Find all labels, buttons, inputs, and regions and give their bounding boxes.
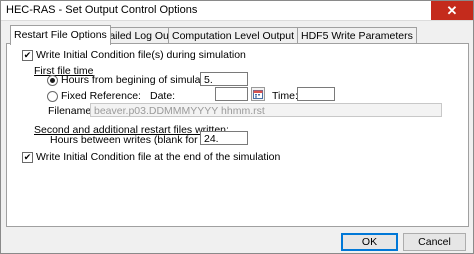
tab-label: HDF5 Write Parameters xyxy=(301,30,413,42)
radio-selected-dot xyxy=(50,78,55,83)
title-bar: HEC-RAS - Set Output Control Options ✕ xyxy=(1,1,473,21)
time-input[interactable] xyxy=(297,87,335,101)
cancel-button[interactable]: Cancel xyxy=(403,233,466,251)
calendar-button[interactable] xyxy=(251,87,265,101)
cancel-button-label: Cancel xyxy=(418,236,451,248)
filename-label: Filename: xyxy=(48,105,95,117)
write-initial-label: Write Initial Condition file(s) during s… xyxy=(36,49,246,61)
tab-label: Restart File Options xyxy=(14,29,107,41)
close-button[interactable]: ✕ xyxy=(431,1,473,20)
check-mark-icon: ✔ xyxy=(23,50,32,60)
write-end-checkbox[interactable]: ✔ xyxy=(22,152,33,163)
calendar-icon xyxy=(253,90,263,99)
close-icon: ✕ xyxy=(446,2,458,18)
check-mark-icon: ✔ xyxy=(23,152,32,162)
window-title: HEC-RAS - Set Output Control Options xyxy=(6,4,198,16)
hours-from-beginning-radio[interactable] xyxy=(47,75,58,86)
tab-hdf5-write-parameters[interactable]: HDF5 Write Parameters xyxy=(297,27,417,44)
write-initial-checkbox[interactable]: ✔ xyxy=(22,50,33,61)
date-label: Date: xyxy=(150,90,176,102)
tab-restart-file-options[interactable]: Restart File Options xyxy=(10,25,111,45)
hours-between-writes-input[interactable]: 24. xyxy=(200,131,248,145)
fixed-reference-radio[interactable] xyxy=(47,91,58,102)
hours-from-beginning-label: Hours from begining of simulation: xyxy=(61,74,221,86)
ok-button-label: OK xyxy=(361,236,378,248)
fixed-reference-label: Fixed Reference: xyxy=(61,90,141,102)
time-label: Time: xyxy=(272,90,298,102)
ok-button[interactable]: OK xyxy=(341,233,398,251)
hours-from-beginning-input[interactable]: 5. xyxy=(200,72,248,86)
filename-field: beaver.p03.DDMMMYYYY hhmm.rst xyxy=(90,103,442,117)
write-end-label: Write Initial Condition file at the end … xyxy=(36,151,281,163)
date-input[interactable] xyxy=(215,87,248,101)
